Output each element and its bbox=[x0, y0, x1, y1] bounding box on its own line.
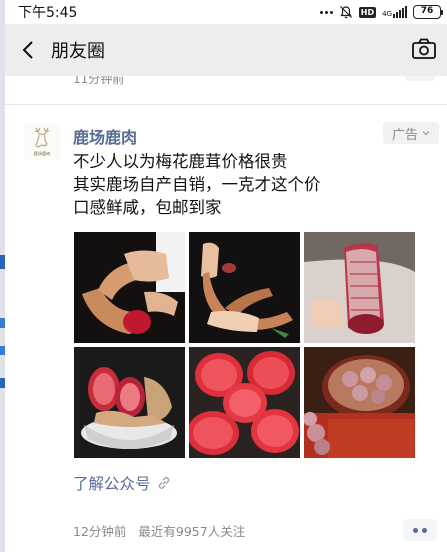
ad-label: 广告 bbox=[391, 127, 418, 143]
chevron-down-icon bbox=[422, 131, 430, 136]
top-nav-bar: 朋友圈 bbox=[5, 24, 447, 76]
antler-bowl-photo[interactable] bbox=[74, 347, 185, 458]
hd-badge: HD bbox=[358, 6, 377, 18]
followers-count: 最近有9957人关注 bbox=[138, 524, 246, 539]
account-avatar[interactable]: 鹿场鹿肉 bbox=[24, 124, 60, 160]
more-notifications-icon bbox=[319, 10, 333, 14]
link-text: 了解公众号 bbox=[73, 475, 151, 493]
antler-held-photo[interactable] bbox=[74, 232, 185, 343]
image-grid bbox=[74, 232, 415, 458]
previous-post: 11分钟前 bbox=[5, 76, 447, 104]
account-name[interactable]: 鹿场鹿肉 bbox=[73, 124, 137, 148]
page-title: 朋友圈 bbox=[51, 41, 105, 62]
post-text-line: 不少人以为梅花鹿茸价格很贵 bbox=[73, 152, 288, 171]
status-bar: 下午5:45 HD 4G 76 bbox=[0, 0, 447, 24]
post-time: 12分钟前 bbox=[73, 524, 127, 539]
dot-icon bbox=[422, 527, 427, 533]
signal-icon: 4G bbox=[382, 6, 407, 18]
previous-post-time: 11分钟前 bbox=[73, 76, 125, 86]
dot-icon bbox=[413, 527, 418, 533]
post-text: 不少人以为梅花鹿茸价格很贵 其实鹿场自产自销，一克才这个价 口感鲜咸，包邮到家 bbox=[73, 150, 393, 219]
ad-label-button[interactable]: 广告 bbox=[383, 122, 439, 144]
post-text-line: 口感鲜咸，包邮到家 bbox=[73, 198, 222, 217]
camera-icon[interactable] bbox=[411, 37, 437, 61]
antler-cut-photo[interactable] bbox=[304, 232, 415, 343]
post-text-line: 其实鹿场自产自销，一克才这个价 bbox=[73, 175, 321, 194]
status-time: 下午5:45 bbox=[18, 5, 78, 21]
post-meta: 12分钟前 最近有9957人关注 bbox=[73, 521, 245, 540]
antler-box-photo[interactable] bbox=[304, 347, 415, 458]
svg-text:鹿场鹿肉: 鹿场鹿肉 bbox=[34, 150, 51, 157]
status-icons: HD 4G 76 bbox=[319, 3, 443, 21]
post-divider bbox=[5, 104, 447, 105]
battery-icon: 76 bbox=[413, 5, 443, 19]
previous-post-more-button[interactable] bbox=[405, 76, 435, 81]
mute-bell-icon bbox=[339, 6, 352, 19]
link-icon bbox=[158, 477, 169, 489]
learn-official-account-link[interactable]: 了解公众号 bbox=[73, 472, 172, 494]
more-actions-button[interactable] bbox=[403, 519, 437, 541]
antler-hand-photo[interactable] bbox=[189, 232, 300, 343]
background-app-edge bbox=[0, 0, 5, 552]
chevron-left-icon[interactable] bbox=[17, 38, 41, 62]
antler-slices-photo[interactable] bbox=[189, 347, 300, 458]
